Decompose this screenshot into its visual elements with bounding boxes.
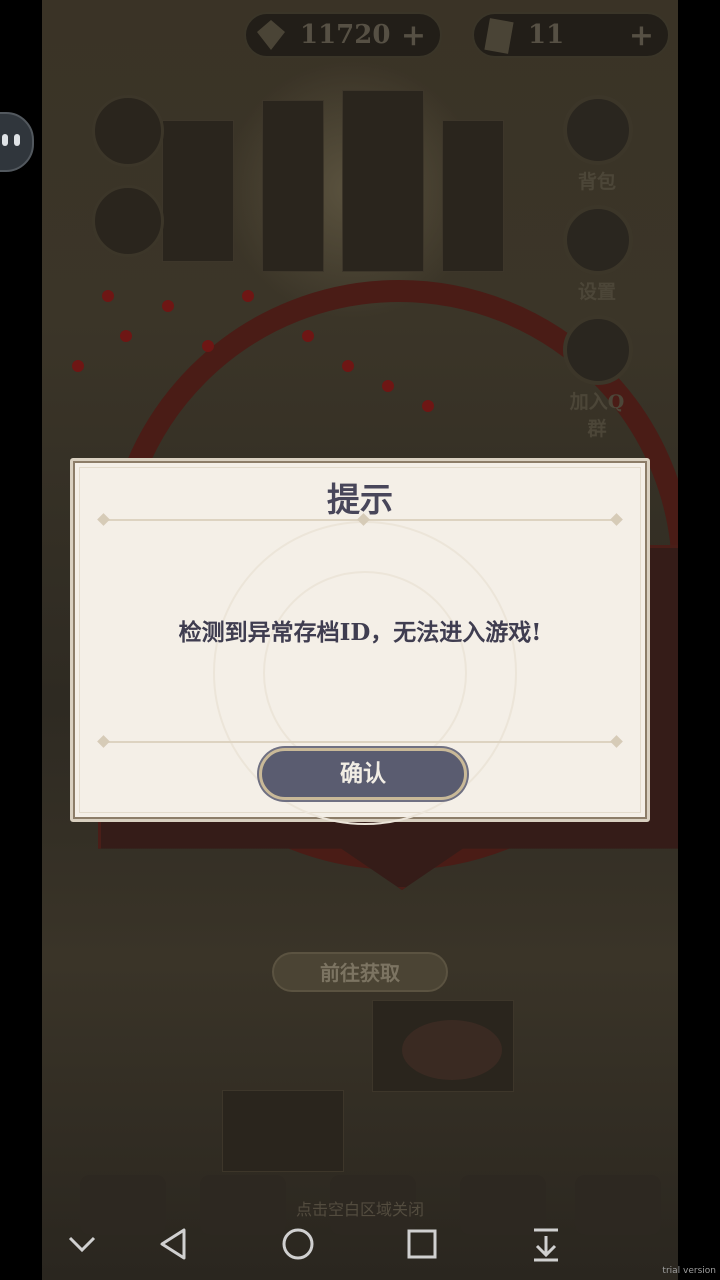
ticket-counter: 11 + [472,12,670,58]
add-gem-button[interactable]: + [401,18,426,53]
floating-assistant-icon[interactable] [0,112,34,172]
download-icon[interactable] [524,1222,568,1266]
gem-counter: 11720 + [244,12,442,58]
event-icon[interactable] [92,95,164,167]
backpack-button[interactable]: 背包 [563,95,633,194]
collapse-icon[interactable] [60,1222,104,1266]
home-icon[interactable] [276,1222,320,1266]
backpack-icon [563,95,633,165]
dialog-title: 提示 [327,480,393,519]
alert-dialog: 提示 检测到异常存档ID，无法进入游戏! 确认 [70,458,650,825]
trial-watermark: trial version [662,1266,716,1276]
divider-bottom [97,735,623,748]
system-nav-bar [0,1210,720,1280]
add-ticket-button[interactable]: + [629,18,654,53]
activity-icon[interactable] [92,185,164,257]
qq-icon [563,315,633,385]
gear-icon [563,205,633,275]
settings-button[interactable]: 设置 [563,205,633,304]
divider-top [97,513,623,526]
ticket-icon [484,18,514,54]
recents-icon[interactable] [400,1222,444,1266]
gem-icon [257,20,285,50]
back-icon[interactable] [152,1222,196,1266]
go-get-button[interactable]: 前往获取 [272,952,448,992]
join-qq-group-button[interactable]: 加入Q群 [563,315,633,441]
confirm-button[interactable]: 确认 [259,748,467,800]
dialog-message: 检测到异常存档ID，无法进入游戏! [178,619,542,646]
